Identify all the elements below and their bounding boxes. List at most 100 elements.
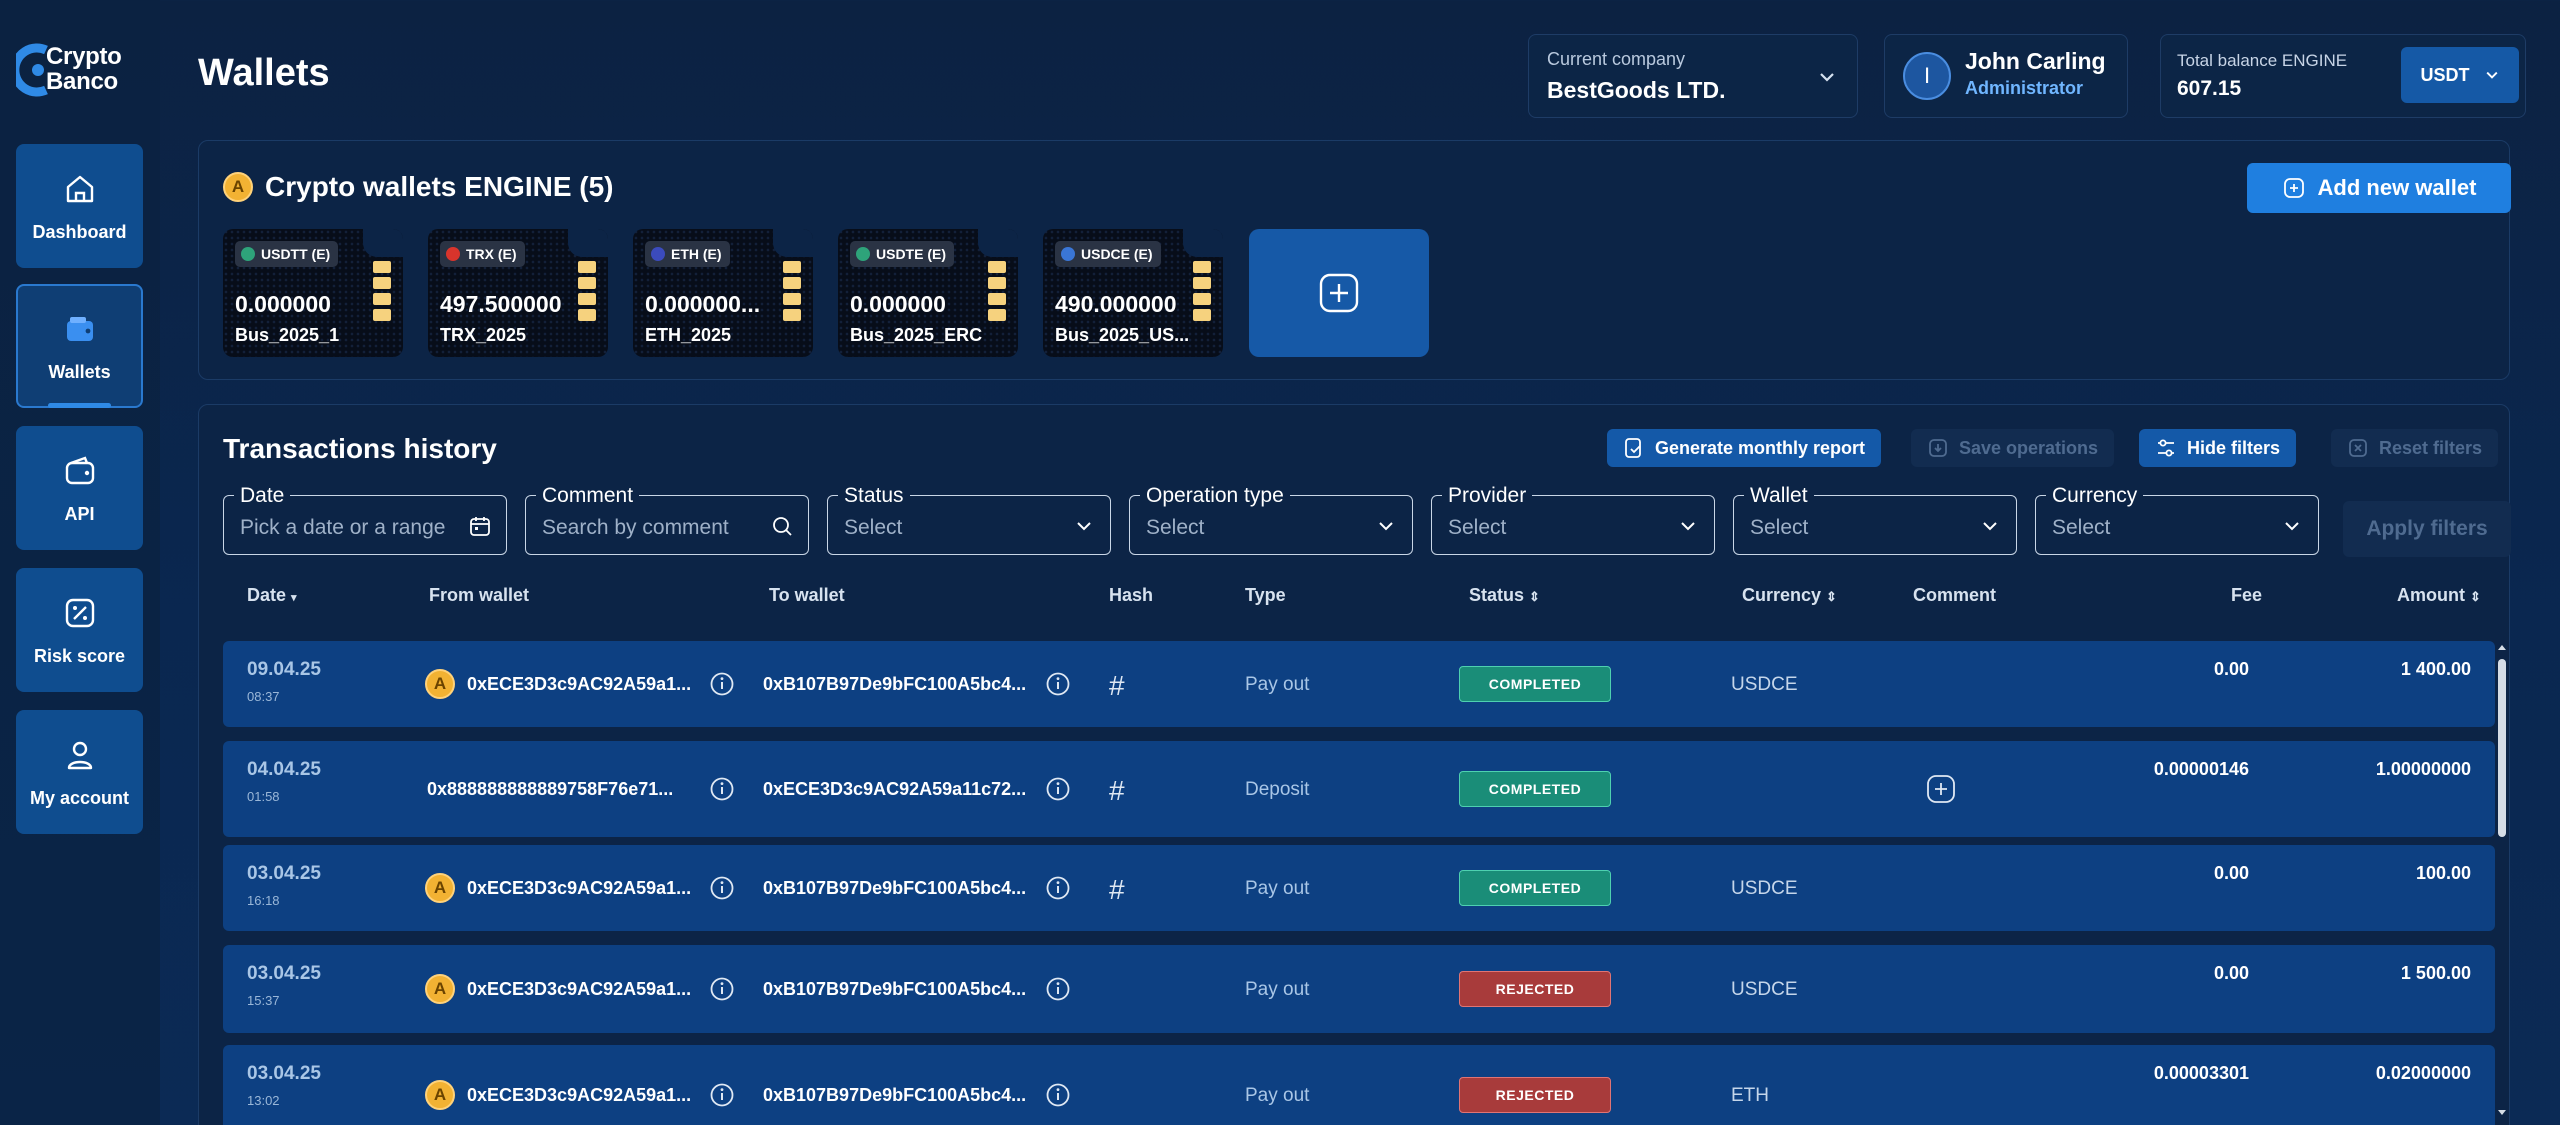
row-currency: USDCE [1731, 979, 1798, 1000]
info-icon[interactable] [709, 875, 735, 901]
info-icon[interactable] [1045, 671, 1071, 697]
info-icon[interactable] [709, 671, 735, 697]
from-wallet-address: 0xECE3D3c9AC92A59a1... [467, 878, 692, 898]
wallet-amount: 497.500000 [440, 291, 562, 317]
search-icon [773, 517, 792, 536]
row-fee: 0.00 [2213, 963, 2249, 983]
currency-icon [1061, 247, 1075, 261]
add-comment-icon[interactable] [1925, 773, 1957, 805]
info-icon[interactable] [1045, 976, 1071, 1002]
wallet-card[interactable]: USDTT (E) 0.000000 Bus_2025_1 [223, 229, 403, 357]
percent-icon [65, 598, 94, 627]
wallet-name: Bus_2025_1 [235, 325, 340, 345]
wallet-card[interactable]: USDTE (E) 0.000000 Bus_2025_ERC [838, 229, 1018, 357]
currency-icon [241, 247, 255, 261]
crypto-banco-logo[interactable]: Crypto Banco [16, 38, 146, 102]
hash-icon[interactable]: # [1109, 874, 1125, 906]
wallet-filter-select[interactable]: Wallet Select [1733, 484, 2017, 555]
add-new-wallet-button[interactable]: Add new wallet [2247, 163, 2511, 213]
apply-filters-button[interactable]: Apply filters [2343, 501, 2511, 557]
row-type: Pay out [1245, 1085, 1310, 1106]
column-header-currency[interactable]: Currency ⇕ [1742, 585, 1837, 606]
from-wallet-address: 0x888888888889758F76e71... [427, 779, 674, 799]
table-row[interactable]: 03.04.25 13:02 A 0xECE3D3c9AC92A59a1... 0xB1… [223, 1045, 2495, 1125]
column-header-amount[interactable]: Amount ⇕ [2397, 585, 2481, 606]
wallet-amount: 0.000000 [235, 291, 331, 317]
sidebar-item-my-account[interactable]: My account [16, 710, 143, 834]
chevron-down-icon [1820, 73, 1834, 82]
column-header-fee: Fee [2231, 585, 2263, 605]
column-header-date[interactable]: Date ▾ [247, 585, 297, 606]
wallet-icon [66, 316, 93, 341]
scrollbar-thumb[interactable] [2498, 659, 2506, 837]
sidebar-item-dashboard[interactable]: Dashboard [16, 144, 143, 268]
table-scrollbar[interactable] [2495, 641, 2509, 1119]
table-row[interactable]: 09.04.25 08:37 A 0xECE3D3c9AC92A59a1... 0xB1… [223, 641, 2495, 727]
provider-filter-select[interactable]: Provider Select [1431, 484, 1715, 555]
row-time: 08:37 [247, 689, 280, 704]
sidebar-item-wallets[interactable]: Wallets [16, 284, 143, 408]
calendar-icon [470, 517, 490, 536]
hash-icon[interactable]: # [1109, 670, 1125, 702]
wallet-name: TRX_2025 [440, 325, 527, 345]
status-badge: COMPLETED [1459, 666, 1611, 702]
info-icon[interactable] [709, 976, 735, 1002]
sidebar-item-label: My account [29, 787, 130, 808]
row-amount: 100.00 [2415, 863, 2471, 883]
add-wallet-card[interactable] [1249, 229, 1429, 357]
user-profile[interactable]: I John Carling Administrator [1884, 34, 2128, 118]
logo-text: Crypto Banco [46, 43, 122, 95]
status-badge: COMPLETED [1459, 870, 1611, 906]
from-wallet-address: 0xECE3D3c9AC92A59a1... [467, 674, 692, 694]
reset-filters-button[interactable]: Reset filters [2331, 429, 2499, 467]
status-badge: COMPLETED [1459, 771, 1611, 807]
engine-coin-icon: A [425, 1080, 455, 1110]
table-row[interactable]: 03.04.25 15:37 A 0xECE3D3c9AC92A59a1... 0xB1… [223, 945, 2495, 1033]
wallet-ticker-badge: USDTE (E) [850, 241, 954, 267]
sidebar-item-label: Wallets [48, 361, 111, 382]
table-row[interactable]: 03.04.25 16:18 A 0xECE3D3c9AC92A59a1... 0xB1… [223, 845, 2495, 931]
operation-type-filter-select[interactable]: Operation type Select [1129, 484, 1413, 555]
wallets-panel-title: A Crypto wallets ENGINE (5) [223, 171, 614, 203]
info-icon[interactable] [709, 1082, 735, 1108]
generate-monthly-report-button[interactable]: Generate monthly report [1607, 429, 1882, 467]
status-badge: REJECTED [1459, 971, 1611, 1007]
wallet-card[interactable]: ETH (E) 0.000000... ETH_2025 [633, 229, 813, 357]
balance-value: 607.15 [2177, 77, 2242, 100]
company-label: Current company [1547, 49, 1686, 69]
row-currency: USDCE [1731, 878, 1798, 899]
chevron-down-icon [1077, 522, 1091, 531]
wallet-card[interactable]: USDCE (E) 490.000000 Bus_2025_US... [1043, 229, 1223, 357]
sidebar-item-api[interactable]: API [16, 426, 143, 550]
company-selector[interactable]: Current company BestGoods LTD. [1528, 34, 1858, 118]
table-row[interactable]: 04.04.25 01:58 0x888888888889758F76e71... 0… [223, 741, 2495, 837]
save-operations-button[interactable]: Save operations [1911, 429, 2115, 467]
transactions-title: Transactions history [223, 433, 497, 464]
scroll-up-icon [2498, 645, 2506, 650]
date-filter[interactable]: Date Pick a date or a range [223, 484, 507, 555]
column-header-comment: Comment [1913, 585, 1997, 605]
column-header-status[interactable]: Status ⇕ [1469, 585, 1540, 606]
info-icon[interactable] [1045, 875, 1071, 901]
currency-icon [856, 247, 870, 261]
sidebar-item-label: Risk score [33, 645, 126, 666]
sidebar-item-risk-score[interactable]: Risk score [16, 568, 143, 692]
sidebar-item-label: API [64, 503, 95, 524]
row-amount: 1.00000000 [2375, 759, 2471, 779]
wallet-amount: 0.000000... [645, 291, 761, 317]
comment-search-input[interactable]: Comment Search by comment [525, 484, 809, 555]
row-time: 13:02 [247, 1093, 280, 1108]
hash-icon[interactable]: # [1109, 775, 1125, 807]
to-wallet-address: 0xB107B97De9bFC100A5bc4... [763, 1085, 1027, 1105]
status-filter-select[interactable]: Status Select [827, 484, 1111, 555]
card-chip-icon [988, 261, 1006, 329]
chevron-down-icon [1983, 522, 1997, 531]
hide-filters-button[interactable]: Hide filters [2139, 429, 2297, 467]
currency-filter-select[interactable]: Currency Select [2035, 484, 2319, 555]
row-date: 04.04.25 [247, 759, 321, 780]
info-icon[interactable] [709, 776, 735, 802]
currency-selector[interactable]: USDT [2401, 47, 2519, 103]
info-icon[interactable] [1045, 776, 1071, 802]
wallet-card[interactable]: TRX (E) 497.500000 TRX_2025 [428, 229, 608, 357]
info-icon[interactable] [1045, 1082, 1071, 1108]
